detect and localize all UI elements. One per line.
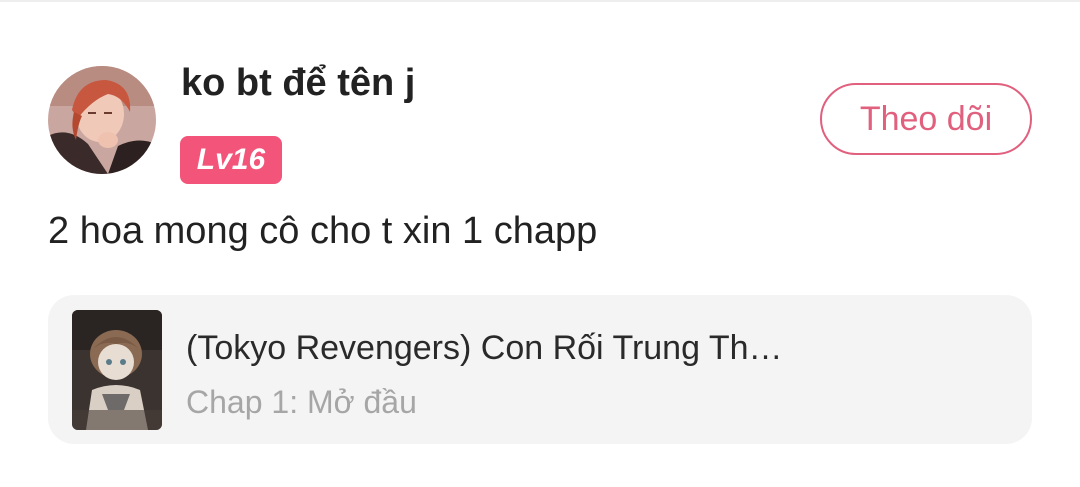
story-card[interactable]: (Tokyo Revengers) Con Rối Trung Th… Chap… <box>48 295 1032 444</box>
username[interactable]: ko bt để tên j <box>181 62 415 105</box>
story-cover-image <box>72 310 162 430</box>
user-avatar[interactable] <box>48 66 156 174</box>
story-chapter: Chap 1: Mở đầu <box>186 384 417 420</box>
divider <box>0 0 1080 2</box>
avatar-image <box>48 66 156 174</box>
story-cover-art <box>72 310 162 430</box>
level-badge: Lv16 <box>180 136 282 184</box>
comment-text: 2 hoa mong cô cho t xin 1 chapp <box>48 210 598 252</box>
comment-item: ko bt để tên j Lv16 Theo dõi 2 hoa mong … <box>0 0 1080 487</box>
follow-button[interactable]: Theo dõi <box>820 83 1032 155</box>
story-title: (Tokyo Revengers) Con Rối Trung Th… <box>186 329 783 367</box>
